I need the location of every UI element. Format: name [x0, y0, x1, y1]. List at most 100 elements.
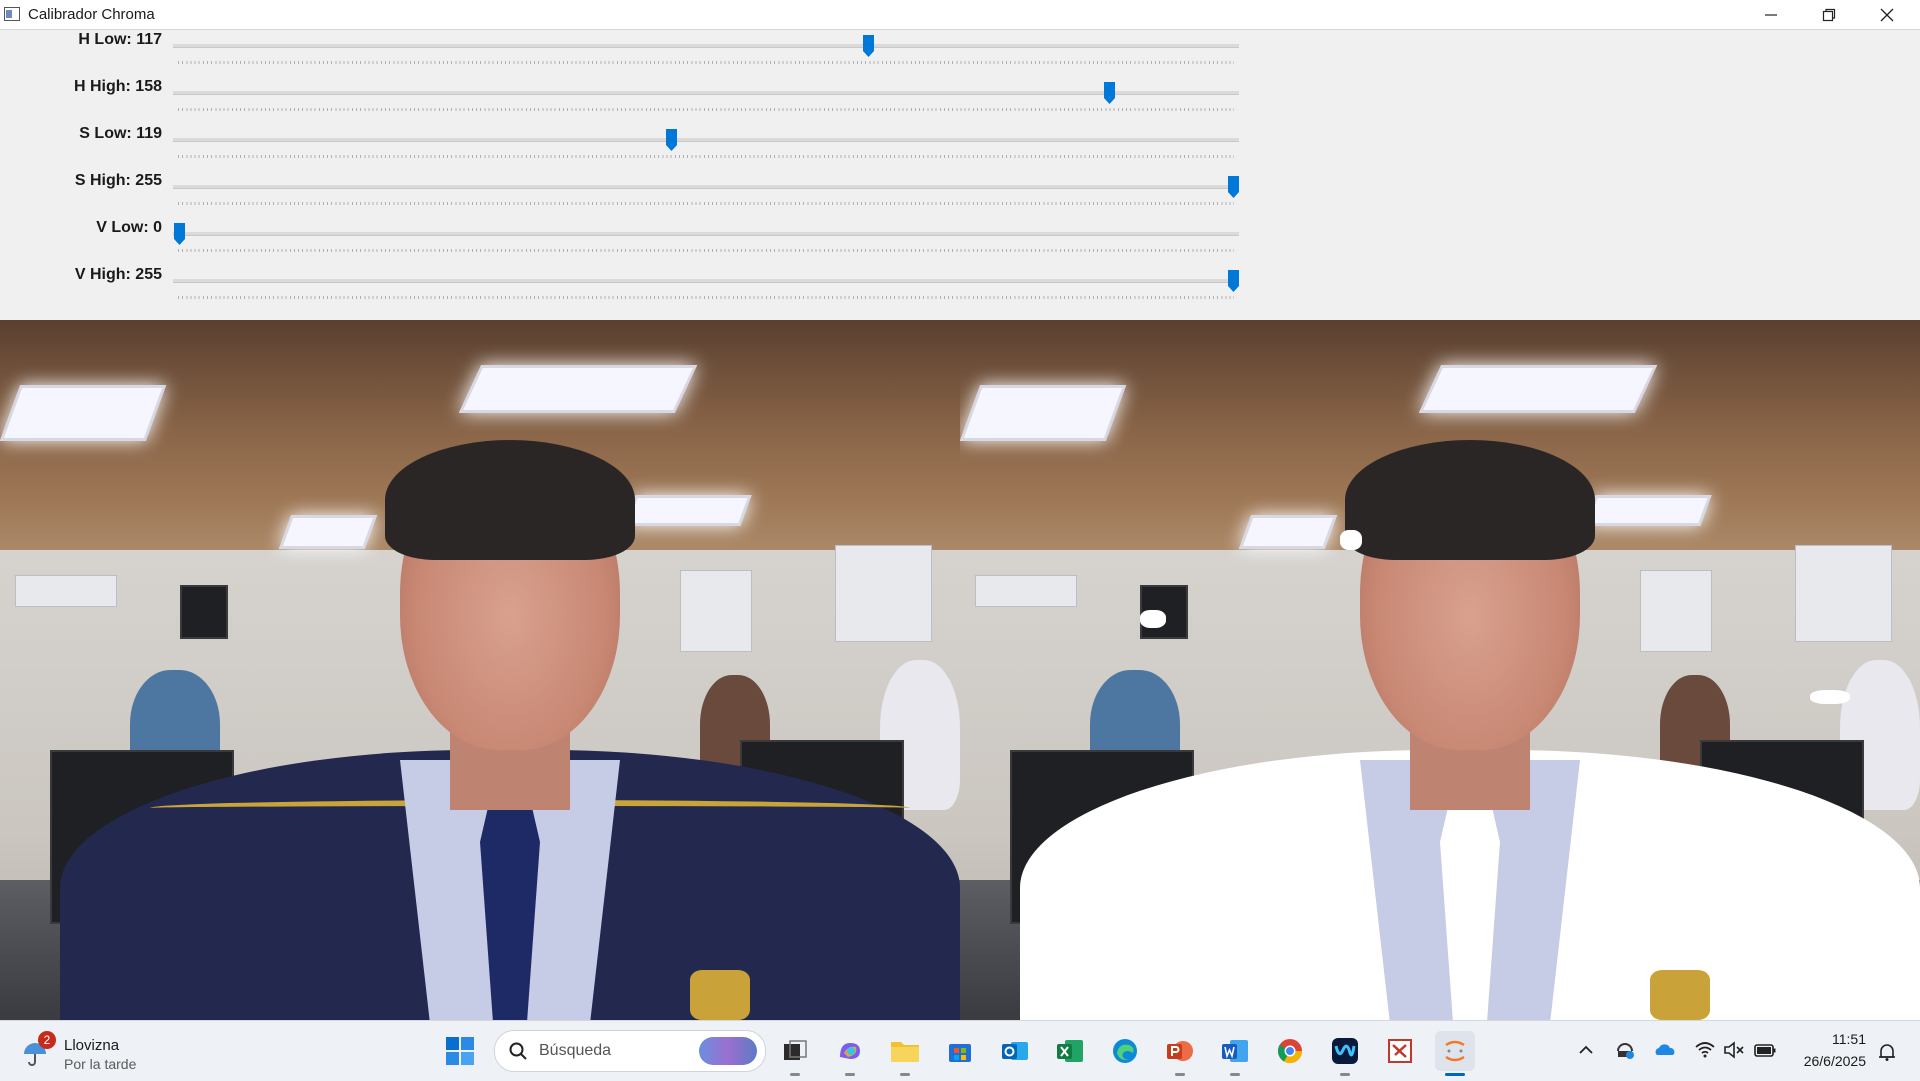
windows-start-icon: [446, 1037, 474, 1065]
slider-ticks: [178, 249, 1234, 252]
slider-thumb-shape: [1228, 270, 1239, 292]
slider-track[interactable]: [173, 44, 1239, 48]
mask-speckle: [1810, 690, 1850, 704]
search-placeholder: Búsqueda: [539, 1042, 612, 1059]
onedrive-icon[interactable]: [1654, 1039, 1676, 1061]
ceiling-light: [960, 385, 1127, 441]
ceiling-light: [0, 385, 167, 441]
mask-speckle: [1340, 530, 1362, 550]
chroma-mask-result: [960, 320, 1920, 1020]
trackbar-label: V Low: 0: [96, 219, 162, 236]
title-bar: Calibrador Chroma: [0, 0, 1920, 30]
active-indicator: [1445, 1073, 1465, 1076]
slider-thumb-shape: [1228, 176, 1239, 198]
close-button[interactable]: [1858, 0, 1916, 29]
slider-track[interactable]: [173, 232, 1239, 236]
wall-poster: [835, 545, 932, 642]
outlook-button[interactable]: [995, 1031, 1035, 1071]
notification-badge: 2: [38, 1031, 56, 1049]
weather-condition: Llovizna: [64, 1037, 120, 1054]
ceiling-light: [458, 365, 698, 413]
chevron-up-icon[interactable]: [1575, 1039, 1597, 1061]
ceiling-light: [1584, 495, 1712, 526]
word-button[interactable]: [1215, 1031, 1255, 1076]
start-button[interactable]: [440, 1031, 480, 1071]
red-app-button[interactable]: [1380, 1031, 1420, 1071]
python-app-button[interactable]: [1435, 1031, 1475, 1076]
security-icon[interactable]: [1614, 1039, 1636, 1061]
trackbar-h-low: H Low: 117: [0, 30, 1250, 77]
ceiling-light: [278, 515, 378, 549]
file-explorer-button[interactable]: [885, 1031, 925, 1076]
word-icon: [1222, 1040, 1248, 1062]
slider-thumb[interactable]: [862, 34, 875, 58]
powerpoint-button[interactable]: [1160, 1031, 1200, 1076]
task-view-button[interactable]: [775, 1031, 815, 1076]
minimize-button[interactable]: [1742, 0, 1800, 29]
running-indicator: [1230, 1073, 1240, 1076]
window-title: Calibrador Chroma: [28, 6, 155, 23]
outlook-icon: [1002, 1042, 1028, 1060]
slider-ticks: [178, 155, 1234, 158]
slider-track[interactable]: [173, 91, 1239, 95]
app-window-icon: [4, 7, 20, 21]
weather-widget[interactable]: 2 Llovizna Por la tarde: [22, 1031, 222, 1073]
wall-poster: [1640, 570, 1712, 652]
slider-track[interactable]: [173, 185, 1239, 189]
slider-ticks: [178, 296, 1234, 299]
slider-thumb[interactable]: [1103, 81, 1116, 105]
clock-date[interactable]: 26/6/2025: [1804, 1053, 1866, 1069]
excel-icon: [1057, 1040, 1083, 1062]
store-button[interactable]: [940, 1031, 980, 1071]
slider-thumb[interactable]: [1227, 269, 1240, 293]
trackbar-label: S Low: 119: [79, 125, 162, 142]
python-app-icon: [1445, 1040, 1465, 1062]
weather-period: Por la tarde: [64, 1056, 137, 1072]
app-red-icon: [1388, 1039, 1412, 1063]
webex-button[interactable]: [1325, 1031, 1365, 1076]
trackbar-label: V High: 255: [74, 266, 162, 283]
restore-icon: [1822, 8, 1836, 21]
edge-button[interactable]: [1105, 1031, 1145, 1071]
trackbar-label: S High: 255: [74, 172, 162, 189]
taskbar: 2 Llovizna Por la tarde Búsqueda 11:51 2…: [0, 1020, 1920, 1081]
copilot-button[interactable]: [830, 1031, 870, 1076]
microsoft-store-icon: [949, 1044, 971, 1062]
excel-button[interactable]: [1050, 1031, 1090, 1071]
clock-time[interactable]: 11:51: [1832, 1031, 1866, 1047]
notification-bell-icon[interactable]: [1876, 1041, 1898, 1063]
slider-thumb[interactable]: [1227, 175, 1240, 199]
wall-poster: [15, 575, 117, 607]
slider-ticks: [178, 61, 1234, 64]
powerpoint-icon: [1167, 1041, 1193, 1061]
search-box[interactable]: Búsqueda: [494, 1030, 766, 1072]
battery-icon[interactable]: [1754, 1039, 1776, 1061]
edge-icon: [1113, 1039, 1137, 1063]
trackbar-label: H High: 158: [73, 78, 162, 95]
close-icon: [1880, 8, 1894, 21]
search-icon: [509, 1042, 527, 1060]
slider-thumb-shape: [862, 35, 874, 57]
running-indicator: [1340, 1073, 1350, 1076]
chrome-button[interactable]: [1270, 1031, 1310, 1071]
jacket-badge: [690, 970, 750, 1020]
wall-tv: [180, 585, 228, 639]
trackbar-h-high: H High: 158: [0, 77, 1250, 124]
slider-thumb-shape: [665, 129, 677, 151]
jacket-badge: [1650, 970, 1710, 1020]
file-explorer-icon: [891, 1042, 919, 1062]
task-view-icon: [784, 1040, 807, 1060]
original-camera-feed: [0, 320, 960, 1020]
restore-button[interactable]: [1800, 0, 1858, 29]
chrome-icon: [1277, 1039, 1302, 1064]
mask-speckle: [1140, 610, 1166, 628]
slider-thumb[interactable]: [173, 222, 186, 246]
wifi-icon[interactable]: [1694, 1039, 1716, 1061]
slider-track[interactable]: [173, 138, 1239, 142]
mute-icon[interactable]: [1723, 1039, 1745, 1061]
slider-track[interactable]: [173, 279, 1239, 283]
slider-thumb-shape: [1104, 82, 1116, 104]
slider-ticks: [178, 108, 1234, 111]
slider-thumb[interactable]: [665, 128, 678, 152]
copilot-icon: [840, 1043, 860, 1059]
